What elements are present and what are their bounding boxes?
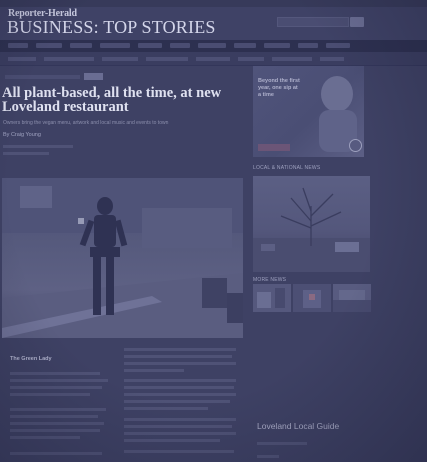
article-headline: All plant-based, all the time, at new Lo… — [2, 85, 222, 115]
sub-nav-item[interactable] — [320, 57, 344, 61]
text-line — [10, 436, 80, 439]
text-line — [10, 386, 102, 389]
text-line — [124, 369, 184, 372]
text-line — [10, 452, 102, 455]
nav-item[interactable] — [70, 43, 92, 48]
nav-item[interactable] — [234, 43, 256, 48]
sub-nav-item[interactable] — [238, 57, 264, 61]
text-line — [10, 429, 100, 432]
news-thumbnail[interactable] — [253, 284, 291, 312]
sub-nav — [0, 52, 427, 66]
thumbnail-image — [303, 290, 321, 308]
ad-text-line: year, one sip at — [258, 85, 298, 91]
rail-feature-photo[interactable] — [253, 176, 370, 272]
sidebar-box-title: The Green Lady — [10, 356, 52, 362]
nav-item[interactable] — [138, 43, 162, 48]
text-line — [124, 425, 232, 428]
text-line — [124, 418, 236, 421]
nav-item[interactable] — [264, 43, 290, 48]
thumbnail-image — [333, 290, 371, 312]
local-guide-heading: Loveland Local Guide — [257, 421, 340, 431]
text-line — [10, 393, 90, 396]
nav-item[interactable] — [170, 43, 190, 48]
text-line — [124, 400, 230, 403]
nav-item[interactable] — [326, 43, 350, 48]
rail-section-heading: LOCAL & NATIONAL NEWS — [253, 165, 321, 171]
article-deck: Owners bring the vegan menu, artwork and… — [3, 120, 169, 126]
main-nav — [0, 40, 427, 52]
guide-link[interactable] — [257, 442, 307, 445]
text-line — [10, 415, 98, 418]
nav-item[interactable] — [36, 43, 62, 48]
text-line — [124, 362, 236, 365]
sub-nav-item[interactable] — [8, 57, 36, 61]
guide-link[interactable] — [257, 455, 279, 458]
restaurant-scene-image — [2, 178, 243, 338]
nav-item[interactable] — [298, 43, 318, 48]
text-line — [10, 372, 100, 375]
sub-nav-item[interactable] — [146, 57, 188, 61]
search-input[interactable] — [277, 17, 349, 27]
article-photo[interactable] — [2, 178, 243, 338]
article-date — [3, 145, 73, 148]
ad-text-line: a time — [258, 92, 274, 98]
text-line — [124, 407, 208, 410]
nav-item[interactable] — [100, 43, 130, 48]
section-title: BUSINESS: TOP STORIES — [7, 17, 216, 37]
text-line — [124, 355, 232, 358]
sub-nav-item[interactable] — [196, 57, 230, 61]
nav-item[interactable] — [8, 43, 28, 48]
advertisement[interactable]: Beyond the first year, one sip at a time — [253, 66, 364, 157]
category-tag[interactable] — [84, 73, 103, 80]
page: Reporter-Herald BUSINESS: TOP STORIES Al… — [0, 0, 427, 462]
sub-nav-item[interactable] — [44, 57, 94, 61]
ad-text-line: Beyond the first — [258, 78, 300, 84]
rail-section-heading: MORE NEWS — [253, 277, 287, 283]
sub-nav-item[interactable] — [102, 57, 138, 61]
text-line — [124, 379, 236, 382]
text-line — [10, 422, 104, 425]
tree-scene-image — [253, 187, 370, 272]
news-thumbnail[interactable] — [293, 284, 331, 312]
thumbnail-image — [257, 288, 285, 308]
text-line — [124, 432, 236, 435]
sub-nav-item[interactable] — [272, 57, 312, 61]
text-line — [10, 379, 108, 382]
text-line — [124, 393, 236, 396]
text-line — [124, 450, 234, 453]
article-updated — [3, 152, 49, 155]
top-utility-bar — [0, 0, 427, 7]
nav-item[interactable] — [198, 43, 226, 48]
search-button[interactable] — [350, 17, 364, 27]
site-header: Reporter-Herald BUSINESS: TOP STORIES — [0, 0, 427, 40]
text-line — [124, 348, 236, 351]
text-line — [124, 439, 220, 442]
text-line — [10, 408, 106, 411]
text-line — [124, 386, 234, 389]
breadcrumb[interactable] — [5, 75, 80, 79]
news-thumbnail[interactable] — [333, 284, 371, 312]
badge-icon — [349, 139, 362, 152]
article-byline[interactable]: By Craig Young — [3, 132, 41, 138]
ad-cta-button[interactable] — [258, 144, 290, 151]
